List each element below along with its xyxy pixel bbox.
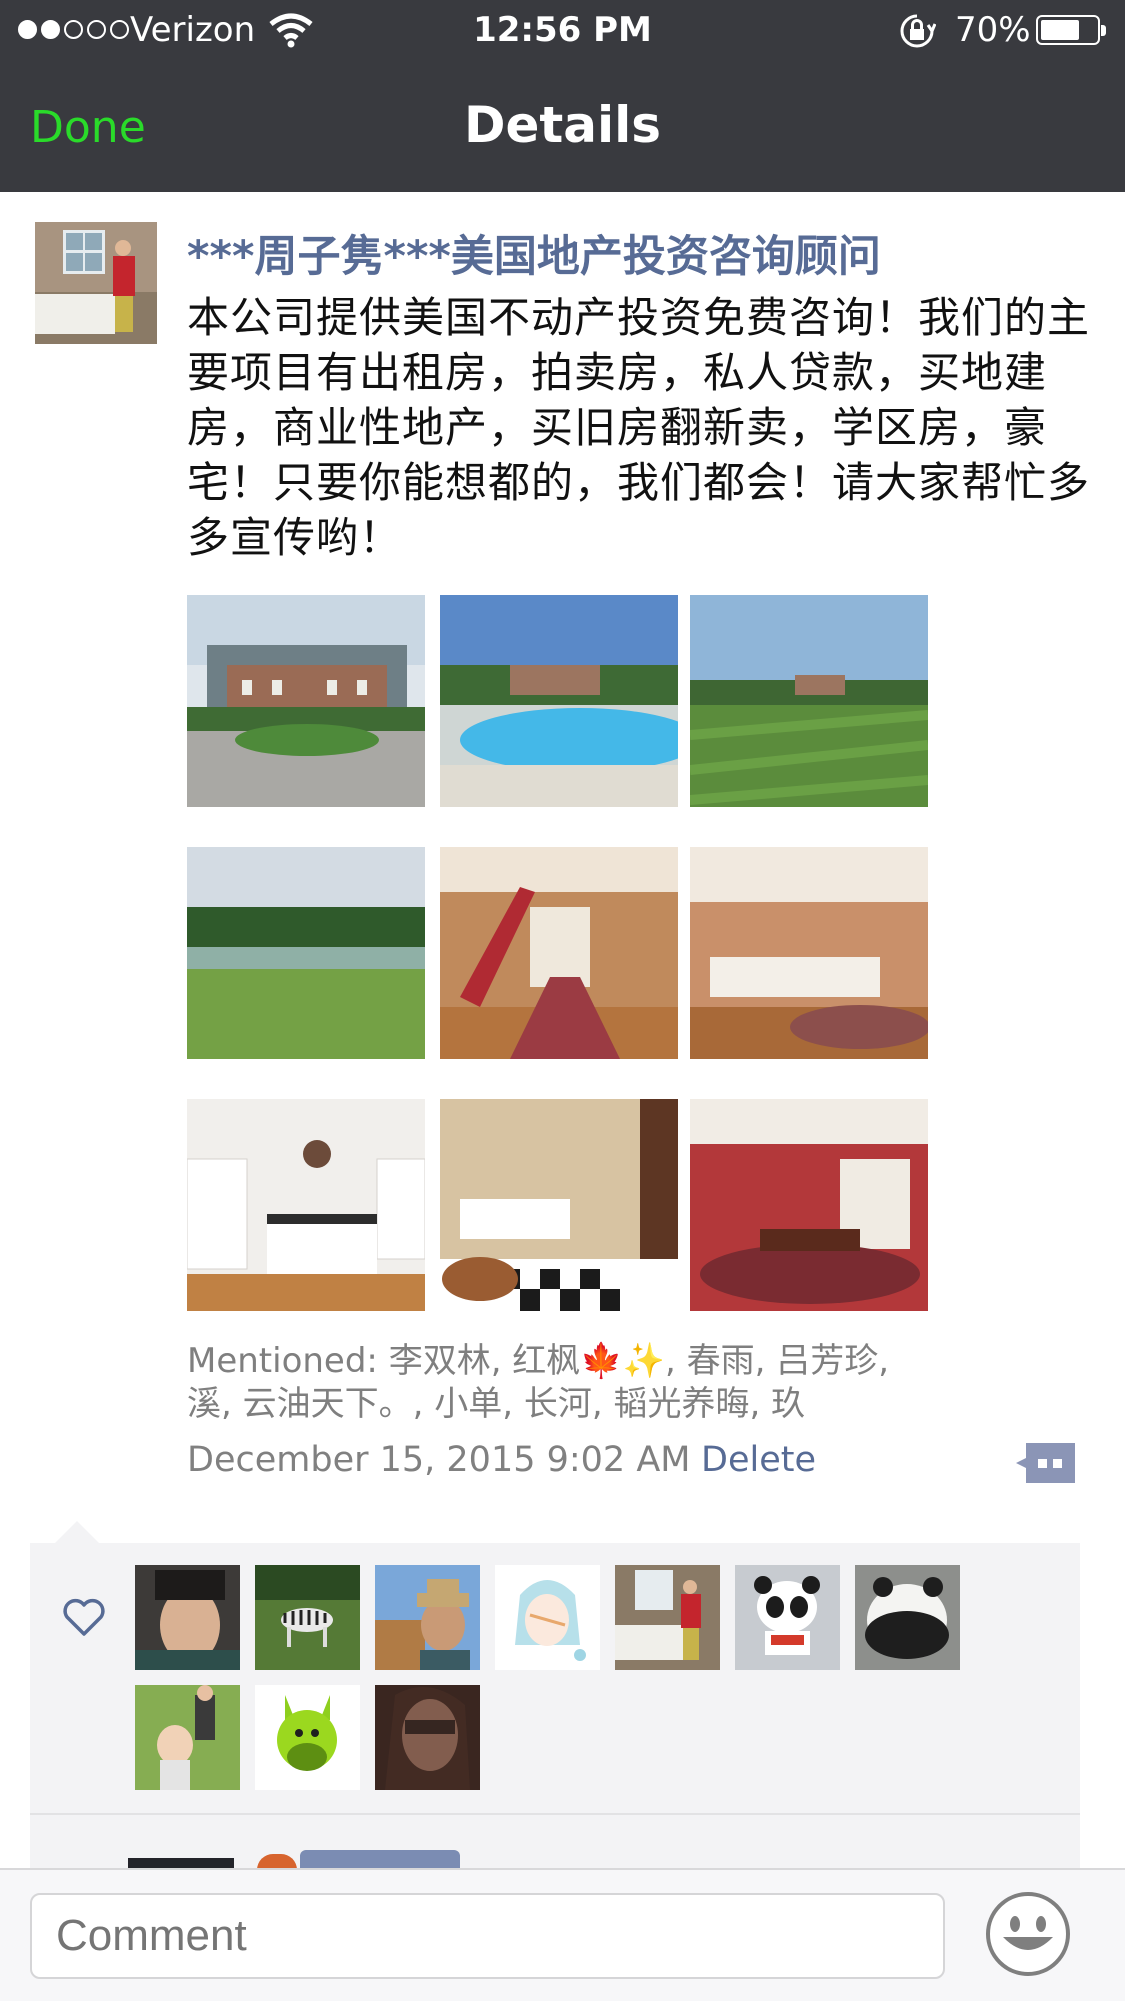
- post-timestamp: December 15, 2015 9:02 AM: [187, 1440, 691, 1480]
- liker-avatar[interactable]: [135, 1565, 240, 1670]
- post-photo[interactable]: [690, 1099, 928, 1311]
- commenter-avatar: [128, 1858, 234, 1868]
- heart-icon: [63, 1598, 105, 1636]
- post-photo[interactable]: [690, 595, 928, 807]
- post-photo[interactable]: [187, 1099, 425, 1311]
- liker-avatar[interactable]: [495, 1565, 600, 1670]
- likes-arrow: [55, 1521, 99, 1543]
- status-bar: Verizon 12:56 PM 70%: [0, 0, 1125, 62]
- navigation-bar: Verizon 12:56 PM 70% Done Details: [0, 0, 1125, 192]
- battery-percent: 70%: [955, 10, 1031, 50]
- smiley-face-icon[interactable]: [985, 1891, 1071, 1977]
- battery-icon: [1036, 15, 1106, 45]
- post-text: 本公司提供美国不动产投资免费咨询！我们的主要项目有出租房，拍卖房，私人贷款，买地…: [187, 293, 1091, 562]
- liker-avatar[interactable]: [375, 1685, 480, 1790]
- mentioned-list: Mentioned: 李双林, 红枫🍁✨, 春雨, 吕芳珍, 溪, 云油天下。,…: [187, 1340, 957, 1426]
- liker-avatar[interactable]: [735, 1565, 840, 1670]
- post-photo[interactable]: [187, 847, 425, 1059]
- post-photo[interactable]: [187, 595, 425, 807]
- post-photo[interactable]: [440, 595, 678, 807]
- commenter-name: [300, 1850, 460, 1870]
- liker-avatar[interactable]: [615, 1565, 720, 1670]
- mentioned-line: 溪, 云油天下。, 小单, 长河, 韬光养晦, 玖: [187, 1384, 806, 1424]
- post-photo[interactable]: [440, 847, 678, 1059]
- liker-avatar[interactable]: [255, 1565, 360, 1670]
- liker-avatar[interactable]: [375, 1565, 480, 1670]
- comment-bubble-icon[interactable]: [1016, 1443, 1075, 1483]
- comment-input[interactable]: [30, 1893, 945, 1979]
- post-photo[interactable]: [440, 1099, 678, 1311]
- liker-avatar[interactable]: [855, 1565, 960, 1670]
- delete-button[interactable]: Delete: [701, 1440, 816, 1480]
- post-author-name[interactable]: ***周子隽***美国地产投资咨询顾问: [187, 222, 881, 284]
- author-avatar[interactable]: [35, 222, 157, 344]
- liker-avatar[interactable]: [255, 1685, 360, 1790]
- rotation-lock-icon: [900, 14, 936, 48]
- page-title: Details: [463, 96, 662, 154]
- liker-avatar[interactable]: [135, 1685, 240, 1790]
- post-photo[interactable]: [690, 847, 928, 1059]
- mentioned-line: Mentioned: 李双林, 红枫🍁✨, 春雨, 吕芳珍,: [187, 1341, 890, 1381]
